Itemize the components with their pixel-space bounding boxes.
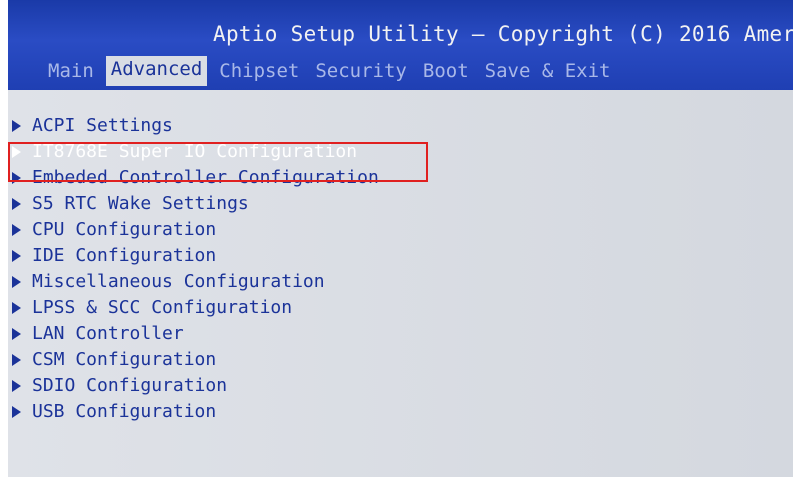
triangle-right-icon xyxy=(12,172,21,184)
menu-item-label: LPSS & SCC Configuration xyxy=(32,297,293,318)
triangle-right-icon xyxy=(12,302,21,314)
menu-item-label: CPU Configuration xyxy=(32,219,217,240)
menu-item-label: Embeded Controller Configuration xyxy=(32,167,379,188)
menu-item-lpss-scc-configuration[interactable]: LPSS & SCC Configuration xyxy=(8,295,379,321)
menu-item-cpu-configuration[interactable]: CPU Configuration xyxy=(8,217,379,243)
menu-item-label: ACPI Settings xyxy=(32,115,173,136)
triangle-right-icon xyxy=(12,380,21,392)
menu-item-s5-rtc-wake-settings[interactable]: S5 RTC Wake Settings xyxy=(8,191,379,217)
tab-security[interactable]: Security xyxy=(311,58,411,86)
header-bar: Aptio Setup Utility – Copyright (C) 2016… xyxy=(8,0,793,90)
tab-bar: Main Advanced Chipset Security Boot Save… xyxy=(44,56,622,86)
menu-item-label: LAN Controller xyxy=(32,323,184,344)
menu-item-lan-controller[interactable]: LAN Controller xyxy=(8,321,379,347)
tab-save-exit[interactable]: Save & Exit xyxy=(481,58,615,86)
tab-advanced[interactable]: Advanced xyxy=(105,56,208,86)
menu-item-super-io-configuration[interactable]: IT8768E Super IO Configuration xyxy=(8,139,379,165)
triangle-right-icon xyxy=(12,224,21,236)
menu-item-ide-configuration[interactable]: IDE Configuration xyxy=(8,243,379,269)
menu-item-csm-configuration[interactable]: CSM Configuration xyxy=(8,347,379,373)
triangle-right-icon xyxy=(12,198,21,210)
tab-chipset[interactable]: Chipset xyxy=(215,58,303,86)
advanced-menu-list: ACPI Settings IT8768E Super IO Configura… xyxy=(8,113,379,425)
triangle-right-icon xyxy=(12,276,21,288)
triangle-right-icon xyxy=(12,354,21,366)
menu-item-label: IDE Configuration xyxy=(32,245,217,266)
menu-item-usb-configuration[interactable]: USB Configuration xyxy=(8,399,379,425)
menu-item-embeded-controller-configuration[interactable]: Embeded Controller Configuration xyxy=(8,165,379,191)
triangle-right-icon xyxy=(12,120,21,132)
tab-main[interactable]: Main xyxy=(44,58,98,86)
menu-item-label: Miscellaneous Configuration xyxy=(32,271,325,292)
menu-item-miscellaneous-configuration[interactable]: Miscellaneous Configuration xyxy=(8,269,379,295)
menu-item-label: USB Configuration xyxy=(32,401,217,422)
menu-panel: ACPI Settings IT8768E Super IO Configura… xyxy=(8,90,793,477)
menu-item-label: S5 RTC Wake Settings xyxy=(32,193,249,214)
tab-boot[interactable]: Boot xyxy=(419,58,473,86)
triangle-right-icon xyxy=(12,406,21,418)
menu-item-acpi-settings[interactable]: ACPI Settings xyxy=(8,113,379,139)
menu-item-sdio-configuration[interactable]: SDIO Configuration xyxy=(8,373,379,399)
triangle-right-icon xyxy=(12,328,21,340)
bios-setup-screen: Aptio Setup Utility – Copyright (C) 2016… xyxy=(8,0,793,477)
triangle-right-icon xyxy=(12,146,21,158)
triangle-right-icon xyxy=(12,250,21,262)
menu-item-label: CSM Configuration xyxy=(32,349,217,370)
utility-title: Aptio Setup Utility – Copyright (C) 2016… xyxy=(213,22,793,46)
menu-item-label: IT8768E Super IO Configuration xyxy=(32,141,358,162)
menu-item-label: SDIO Configuration xyxy=(32,375,228,396)
